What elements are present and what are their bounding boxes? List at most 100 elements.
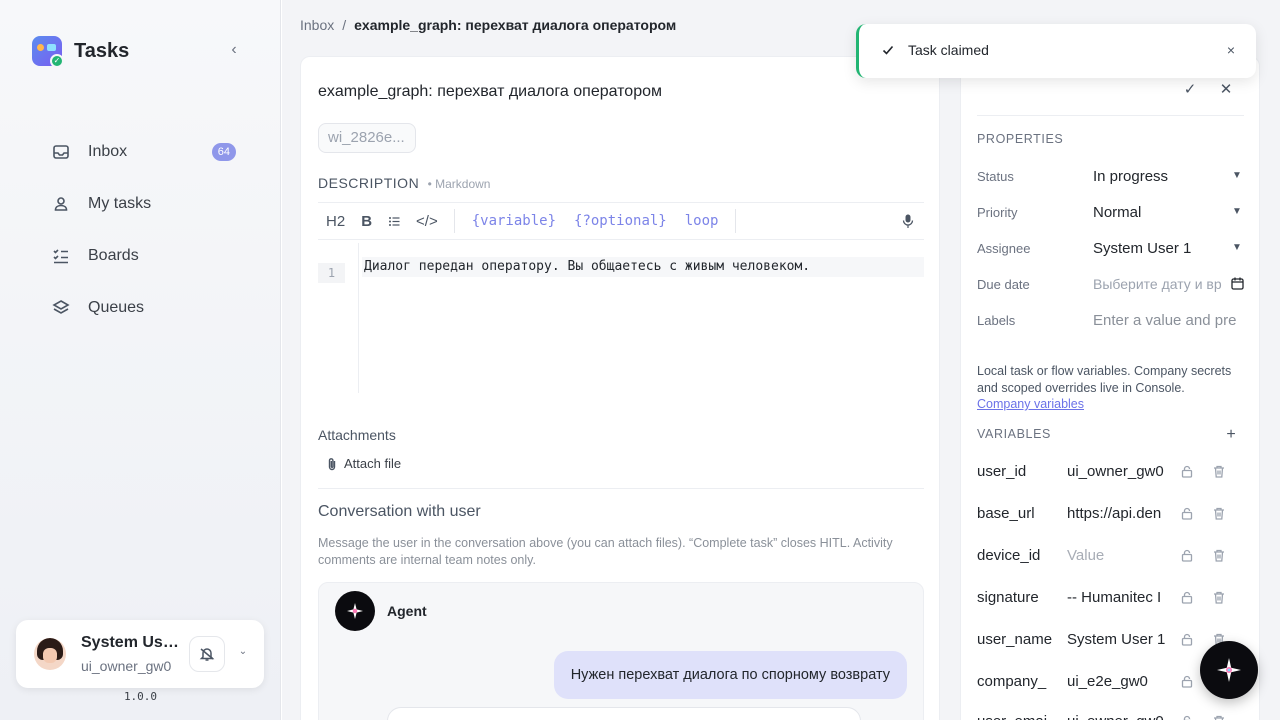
variable-value-input[interactable]: Value xyxy=(1067,547,1171,564)
trash-icon[interactable] xyxy=(1203,713,1235,720)
user-menu-toggle[interactable]: ⌄ xyxy=(236,646,250,660)
toast-message: Task claimed xyxy=(908,42,989,58)
caret-down-icon: ▼ xyxy=(1232,242,1242,253)
task-id-chip[interactable]: wi_2826e... xyxy=(318,123,416,153)
sidebar-item-label: Queues xyxy=(88,299,145,316)
app-version: 1.0.0 xyxy=(123,690,158,703)
task-title[interactable]: example_graph: перехват диалога оператор… xyxy=(318,83,662,101)
due-date-input[interactable]: Выберите дату и вр xyxy=(1093,276,1230,292)
insert-variable-button[interactable]: {variable} xyxy=(463,203,565,239)
check-icon xyxy=(882,45,894,55)
conversation-thread: Agent Нужен перехват диалога по спорному… xyxy=(318,582,924,720)
priority-field[interactable]: Priority Normal ▼ xyxy=(977,200,1244,224)
labels-field[interactable]: Labels Enter a value and pre xyxy=(977,308,1244,332)
variables-note: Local task or flow variables. Company se… xyxy=(977,363,1247,413)
prop-label: Status xyxy=(977,168,1014,184)
due-date-field[interactable]: Due date Выберите дату и вр xyxy=(977,272,1244,296)
mic-button[interactable] xyxy=(900,213,916,229)
assignee-value[interactable]: System User 1 xyxy=(1093,240,1230,257)
avatar xyxy=(34,638,66,670)
variable-value[interactable]: -- Humanitec I xyxy=(1067,589,1171,606)
calendar-icon[interactable] xyxy=(1230,277,1244,291)
list-button[interactable] xyxy=(380,203,408,239)
plus-icon: + xyxy=(1226,426,1236,443)
code-button[interactable]: </> xyxy=(408,203,446,239)
variable-key[interactable]: device_id xyxy=(977,547,1067,564)
message-bubble xyxy=(387,707,861,720)
close-panel-button[interactable]: ✕ xyxy=(1217,81,1235,99)
trash-icon[interactable] xyxy=(1203,547,1235,563)
user-card[interactable]: System User 1 ui_owner_gw0 ⌄ xyxy=(16,620,264,688)
add-variable-button[interactable]: + xyxy=(1223,427,1239,443)
variable-key[interactable]: signature xyxy=(977,589,1067,606)
sidebar: ✓ Tasks ‹ Inbox 64 My tasks Boards Queue… xyxy=(0,0,281,720)
assignee-field[interactable]: Assignee System User 1 ▼ xyxy=(977,236,1244,260)
variable-value[interactable]: https://api.den xyxy=(1067,505,1171,522)
toast-close-button[interactable]: × xyxy=(1224,43,1238,57)
sidebar-item-my-tasks[interactable]: My tasks xyxy=(40,178,250,230)
notifications-button[interactable] xyxy=(189,636,225,672)
insert-loop-button[interactable]: loop xyxy=(676,203,728,239)
trash-icon[interactable] xyxy=(1203,463,1235,479)
bold-button[interactable]: B xyxy=(353,203,380,239)
agent-avatar xyxy=(335,591,375,631)
variable-key[interactable]: user_id xyxy=(977,463,1067,480)
collapse-sidebar-button[interactable]: ‹ xyxy=(224,40,244,60)
heading-button[interactable]: H2 xyxy=(318,203,353,239)
variable-key[interactable]: base_url xyxy=(977,505,1067,522)
lock-icon[interactable] xyxy=(1171,673,1203,689)
task-card: example_graph: перехват диалога оператор… xyxy=(300,56,940,720)
paperclip-icon xyxy=(328,457,336,470)
line-number: 1 xyxy=(318,263,345,283)
labels-input[interactable]: Enter a value and pre xyxy=(1093,312,1244,329)
lock-icon[interactable] xyxy=(1171,505,1203,521)
user-id: ui_owner_gw0 xyxy=(81,658,172,674)
variable-value[interactable]: System User 1 xyxy=(1067,631,1171,648)
toolbar-divider xyxy=(453,209,455,233)
variable-key[interactable]: user_name xyxy=(977,631,1067,648)
priority-value[interactable]: Normal xyxy=(1093,204,1230,221)
insert-optional-button[interactable]: {?optional} xyxy=(565,203,676,239)
task-properties-panel: ✓ ✕ PROPERTIES Status In progress ▼ Prio… xyxy=(960,56,1260,720)
lock-icon[interactable] xyxy=(1171,547,1203,563)
code-line[interactable]: Диалог передан оператору. Вы общаетесь с… xyxy=(362,257,924,277)
sidebar-item-inbox[interactable]: Inbox 64 xyxy=(40,126,250,178)
editor-toolbar: H2 B </> {variable} {?optional} loop xyxy=(318,202,924,240)
variable-value[interactable]: ui_owner_gw0 xyxy=(1067,463,1171,480)
lock-icon[interactable] xyxy=(1171,463,1203,479)
trash-icon[interactable] xyxy=(1203,589,1235,605)
lock-icon[interactable] xyxy=(1171,589,1203,605)
variable-value[interactable]: ui_e2e_gw0 xyxy=(1067,673,1171,690)
company-variables-link[interactable]: Company variables xyxy=(977,396,1247,413)
sparkle-icon xyxy=(1217,658,1241,682)
close-icon: ✕ xyxy=(1219,81,1233,98)
variable-row: device_id Value xyxy=(977,541,1247,569)
prop-label: Assignee xyxy=(977,240,1031,256)
app-logo-icon: ✓ xyxy=(32,36,64,68)
chevron-left-icon: ‹ xyxy=(231,41,237,58)
toolbar-divider xyxy=(735,209,737,233)
conversation-hint: Message the user in the conversation abo… xyxy=(318,536,893,567)
assistant-fab-button[interactable] xyxy=(1200,641,1258,699)
lock-icon[interactable] xyxy=(1171,631,1203,647)
sidebar-item-boards[interactable]: Boards xyxy=(40,230,250,282)
variable-row: user_name System User 1 xyxy=(977,625,1247,653)
description-editor[interactable]: 1 Диалог передан оператору. Вы общаетесь… xyxy=(318,243,924,393)
close-icon: × xyxy=(1226,42,1236,58)
lock-icon[interactable] xyxy=(1171,713,1203,720)
variable-key[interactable]: user_emai xyxy=(977,713,1067,720)
sparkle-icon xyxy=(347,603,363,619)
status-field[interactable]: Status In progress ▼ xyxy=(977,164,1244,188)
attachments-label: Attachments xyxy=(318,427,396,443)
caret-down-icon: ▼ xyxy=(1232,206,1242,217)
attach-file-button[interactable]: Attach file xyxy=(326,456,401,471)
brand[interactable]: ✓ Tasks xyxy=(32,36,129,68)
variable-value[interactable]: ui_owner_gw0 xyxy=(1067,713,1171,720)
trash-icon[interactable] xyxy=(1203,505,1235,521)
breadcrumb-root-link[interactable]: Inbox xyxy=(300,17,334,33)
checklist-icon xyxy=(52,247,70,265)
status-value[interactable]: In progress xyxy=(1093,168,1230,185)
sidebar-item-queues[interactable]: Queues xyxy=(40,282,250,334)
confirm-button[interactable]: ✓ xyxy=(1181,81,1199,99)
variable-key[interactable]: company_ xyxy=(977,673,1067,690)
